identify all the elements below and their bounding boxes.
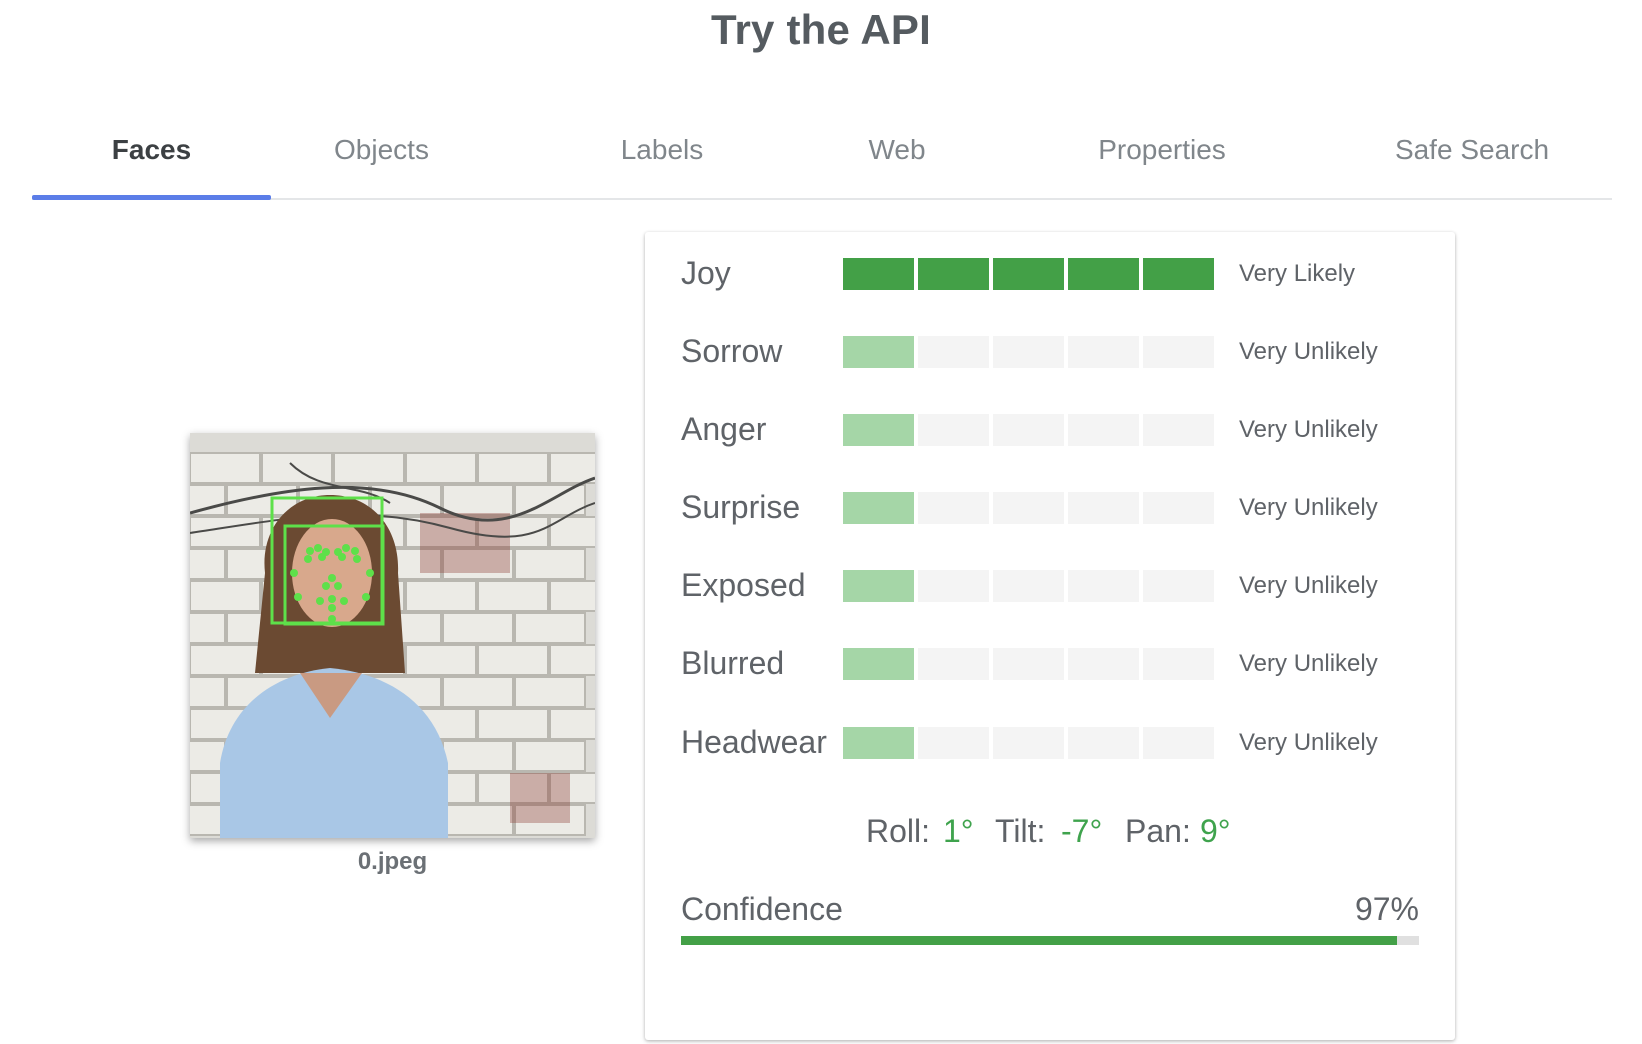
likelihood-segment (1143, 570, 1214, 602)
attribute-label: Sorrow (681, 333, 783, 369)
attribute-label: Joy (681, 255, 731, 291)
likelihood-segment (1068, 727, 1139, 759)
likelihood-segment (1068, 414, 1139, 446)
confidence-bar (681, 936, 1419, 945)
tab-safe-search[interactable]: Safe Search (1342, 100, 1602, 200)
likelihood-value: Very Unlikely (1239, 494, 1378, 521)
likelihood-bar (843, 258, 1215, 290)
likelihood-segment (1143, 727, 1214, 759)
attribute-row-blurred: Blurred Very Unlikely (645, 643, 1455, 683)
active-tab-indicator (32, 195, 271, 200)
likelihood-bar (843, 648, 1215, 680)
attribute-row-sorrow: Sorrow Very Unlikely (645, 331, 1455, 371)
confidence-value: 97% (1354, 891, 1419, 927)
likelihood-segment (843, 727, 914, 759)
likelihood-segment (1143, 414, 1214, 446)
likelihood-segment (1068, 570, 1139, 602)
likelihood-segment (843, 648, 914, 680)
likelihood-segment (993, 727, 1064, 759)
tab-properties[interactable]: Properties (1042, 100, 1282, 200)
likelihood-segment (1068, 258, 1139, 290)
likelihood-segment (918, 414, 989, 446)
likelihood-segment (1143, 648, 1214, 680)
likelihood-segment (1068, 492, 1139, 524)
likelihood-segment (918, 336, 989, 368)
face-photo (190, 433, 595, 838)
likelihood-bar (843, 492, 1215, 524)
likelihood-segment (918, 570, 989, 602)
attribute-row-joy: Joy Very Likely (645, 253, 1455, 293)
likelihood-segment (993, 648, 1064, 680)
pan-value: 9° (1200, 813, 1231, 849)
image-filename: 0.jpeg (357, 848, 428, 875)
tab-web[interactable]: Web (817, 100, 977, 200)
likelihood-segment (843, 258, 914, 290)
likelihood-segment (918, 648, 989, 680)
attribute-row-surprise: Surprise Very Unlikely (645, 487, 1455, 527)
likelihood-value: Very Unlikely (1239, 416, 1378, 443)
tab-objects[interactable]: Objects (271, 100, 492, 200)
attribute-row-exposed: Exposed Very Unlikely (645, 565, 1455, 605)
likelihood-value: Very Unlikely (1239, 650, 1378, 677)
attribute-label: Exposed (681, 567, 806, 603)
likelihood-segment (993, 570, 1064, 602)
likelihood-segment (843, 336, 914, 368)
likelihood-segment (843, 414, 914, 446)
tab-bar: Faces Objects Labels Web Properties Safe… (32, 100, 1612, 200)
likelihood-segment (993, 414, 1064, 446)
likelihood-value: Very Likely (1239, 260, 1356, 287)
image-preview (190, 433, 595, 838)
attribute-label: Blurred (681, 645, 785, 681)
likelihood-segment (1068, 336, 1139, 368)
likelihood-segment (1143, 336, 1214, 368)
likelihood-value: Very Unlikely (1239, 338, 1378, 365)
confidence-label: Confidence (681, 891, 843, 927)
likelihood-segment (993, 258, 1064, 290)
likelihood-segment (843, 492, 914, 524)
pan-label: Pan: (1125, 813, 1191, 849)
likelihood-segment (993, 492, 1064, 524)
likelihood-segment (1068, 648, 1139, 680)
likelihood-segment (993, 336, 1064, 368)
page-title: Try the API (710, 6, 932, 53)
face-attributes-card: Joy Very Likely Sorrow Very Unlikely Ang… (645, 232, 1455, 1040)
attribute-label: Surprise (681, 489, 801, 525)
likelihood-value: Very Unlikely (1239, 572, 1378, 599)
likelihood-bar (843, 570, 1215, 602)
likelihood-bar (843, 336, 1215, 368)
head-angles: Roll: 1° Tilt: -7° Pan: 9° (645, 809, 1455, 853)
attribute-label: Anger (681, 411, 767, 447)
attribute-row-headwear: Headwear Very Unlikely (645, 722, 1455, 762)
roll-label: Roll: (866, 813, 931, 849)
attribute-row-anger: Anger Very Unlikely (645, 409, 1455, 449)
tab-faces[interactable]: Faces (32, 100, 271, 200)
attribute-label: Headwear (681, 724, 827, 760)
likelihood-segment (918, 258, 989, 290)
roll-value: 1° (943, 813, 974, 849)
likelihood-bar (843, 727, 1215, 759)
likelihood-value: Very Unlikely (1239, 729, 1378, 756)
likelihood-segment (843, 570, 914, 602)
tilt-value: -7° (1061, 813, 1103, 849)
likelihood-segment (918, 727, 989, 759)
tilt-label: Tilt: (995, 813, 1046, 849)
confidence-bar-fill (681, 936, 1397, 945)
likelihood-segment (1143, 492, 1214, 524)
likelihood-bar (843, 414, 1215, 446)
likelihood-segment (918, 492, 989, 524)
tab-labels[interactable]: Labels (572, 100, 752, 200)
likelihood-segment (1143, 258, 1214, 290)
